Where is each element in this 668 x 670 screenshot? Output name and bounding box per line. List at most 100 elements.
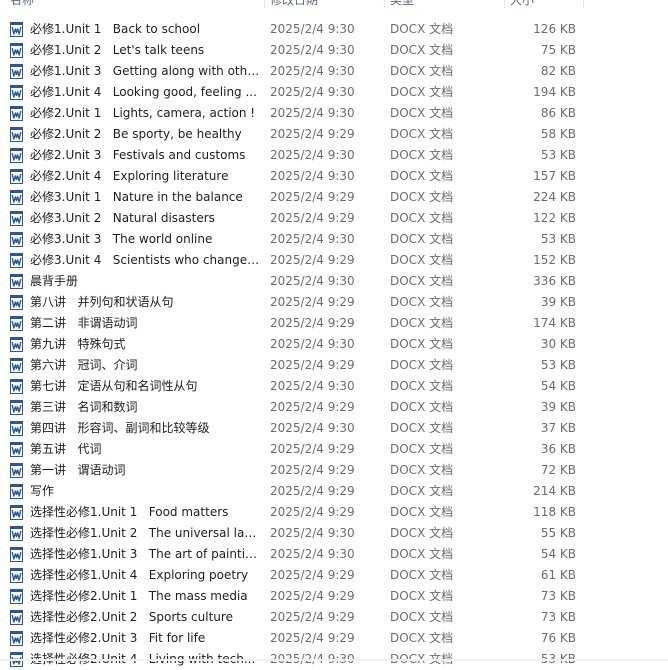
file-size: 39 KB <box>540 295 576 309</box>
file-row[interactable]: 必修3.Unit 1 Nature in the balance 2025/2/4… <box>0 187 668 208</box>
file-modified-date: 2025/2/4 9:29 <box>270 253 355 267</box>
file-modified-date: 2025/2/4 9:29 <box>270 484 355 498</box>
file-row[interactable]: 必修2.Unit 3 Festivals and customs 2025/2/4… <box>0 145 668 166</box>
column-header-size[interactable]: 大小 <box>510 0 534 8</box>
file-type: DOCX 文档 <box>390 358 454 372</box>
word-document-icon <box>10 568 23 583</box>
word-document-icon <box>10 232 23 247</box>
file-row[interactable]: 第三讲 名词和数词 2025/2/4 9:29 DOCX 文档 39 KB <box>0 397 668 418</box>
file-row[interactable]: 必修1.Unit 3 Getting along with othe... 202… <box>0 61 668 82</box>
column-divider[interactable] <box>504 0 505 8</box>
file-name: 晨背手册 <box>30 274 79 288</box>
file-row[interactable]: 选择性必修1.Unit 3 The art of painting 2025/2/… <box>0 544 668 565</box>
file-type: DOCX 文档 <box>390 421 454 435</box>
file-modified-date: 2025/2/4 9:30 <box>270 337 355 351</box>
file-type: DOCX 文档 <box>390 379 454 393</box>
file-name: 第八讲 并列句和状语从句 <box>30 295 174 309</box>
file-type: DOCX 文档 <box>390 85 454 99</box>
file-row[interactable]: 选择性必修2.Unit 3 Fit for life 2025/2/4 9:29 D… <box>0 628 668 649</box>
file-row[interactable]: 必修1.Unit 1 Back to school 2025/2/4 9:30 DO… <box>0 19 668 40</box>
file-type: DOCX 文档 <box>390 484 454 498</box>
file-type: DOCX 文档 <box>390 232 454 246</box>
file-modified-date: 2025/2/4 9:30 <box>270 43 355 57</box>
file-name: 必修3.Unit 2 Natural disasters <box>30 211 215 225</box>
file-type: DOCX 文档 <box>390 547 454 561</box>
file-type: DOCX 文档 <box>390 505 454 519</box>
file-row[interactable]: 选择性必修2.Unit 1 The mass media 2025/2/4 9:2… <box>0 586 668 607</box>
file-modified-date: 2025/2/4 9:30 <box>270 421 355 435</box>
file-row[interactable]: 选择性必修1.Unit 4 Exploring poetry 2025/2/4 9… <box>0 565 668 586</box>
file-name: 选择性必修2.Unit 3 Fit for life <box>30 631 206 645</box>
file-row[interactable]: 第九讲 特殊句式 2025/2/4 9:30 DOCX 文档 30 KB <box>0 334 668 355</box>
column-divider[interactable] <box>384 0 385 8</box>
file-row[interactable]: 选择性必修1.Unit 2 The universal lan... 2025/2… <box>0 523 668 544</box>
word-document-icon <box>10 253 23 268</box>
file-row[interactable]: 必修1.Unit 4 Looking good, feeling ... 2025… <box>0 82 668 103</box>
file-size: 82 KB <box>540 64 576 78</box>
file-row[interactable]: 第八讲 并列句和状语从句 2025/2/4 9:29 DOCX 文档 39 KB <box>0 292 668 313</box>
file-type: DOCX 文档 <box>390 610 454 624</box>
file-size: 73 KB <box>540 610 576 624</box>
column-divider[interactable] <box>583 0 584 8</box>
file-type: DOCX 文档 <box>390 43 454 57</box>
file-name: 选择性必修1.Unit 2 The universal lan... <box>30 526 260 540</box>
file-type: DOCX 文档 <box>390 568 454 582</box>
file-row[interactable]: 第一讲 谓语动词 2025/2/4 9:29 DOCX 文档 72 KB <box>0 460 668 481</box>
word-document-icon <box>10 526 23 541</box>
word-document-icon <box>10 610 23 625</box>
column-header-name[interactable]: 名称 <box>10 0 34 8</box>
file-modified-date: 2025/2/4 9:29 <box>270 190 355 204</box>
file-type: DOCX 文档 <box>390 106 454 120</box>
file-row[interactable]: 必修2.Unit 2 Be sporty, be healthy 2025/2/4… <box>0 124 668 145</box>
file-name: 必修2.Unit 1 Lights, camera, action ! <box>30 106 256 120</box>
file-row[interactable]: 必修3.Unit 3 The world online 2025/2/4 9:30… <box>0 229 668 250</box>
file-type: DOCX 文档 <box>390 253 454 267</box>
word-document-icon <box>10 631 23 646</box>
word-document-icon <box>10 337 23 352</box>
column-header-date[interactable]: 修改日期 <box>270 0 318 8</box>
column-header-type[interactable]: 类型 <box>390 0 414 8</box>
file-row[interactable]: 选择性必修2.Unit 2 Sports culture 2025/2/4 9:2… <box>0 607 668 628</box>
word-document-icon <box>10 106 23 121</box>
column-divider[interactable] <box>264 0 265 8</box>
word-document-icon <box>10 421 23 436</box>
file-name: 第九讲 特殊句式 <box>30 337 126 351</box>
file-row[interactable]: 必修2.Unit 4 Exploring literature 2025/2/4 … <box>0 166 668 187</box>
file-type: DOCX 文档 <box>390 295 454 309</box>
file-row[interactable]: 第二讲 非谓语动词 2025/2/4 9:29 DOCX 文档 174 KB <box>0 313 668 334</box>
file-row[interactable]: 必修2.Unit 1 Lights, camera, action ! 2025/… <box>0 103 668 124</box>
file-row[interactable]: 晨背手册 2025/2/4 9:30 DOCX 文档 336 KB <box>0 271 668 292</box>
file-name: 写作 <box>30 484 55 498</box>
file-row[interactable]: 必修3.Unit 4 Scientists who changed... 2025… <box>0 250 668 271</box>
file-row[interactable]: 第五讲 代词 2025/2/4 9:29 DOCX 文档 36 KB <box>0 439 668 460</box>
file-type: DOCX 文档 <box>390 148 454 162</box>
file-size: 75 KB <box>540 43 576 57</box>
file-row[interactable]: 选择性必修1.Unit 1 Food matters 2025/2/4 9:29 D… <box>0 502 668 523</box>
file-row[interactable]: 第六讲 冠词、介词 2025/2/4 9:29 DOCX 文档 53 KB <box>0 355 668 376</box>
file-size: 39 KB <box>540 400 576 414</box>
file-name: 第六讲 冠词、介词 <box>30 358 138 372</box>
file-modified-date: 2025/2/4 9:30 <box>270 22 355 36</box>
file-size: 58 KB <box>540 127 576 141</box>
file-row[interactable]: 必修3.Unit 2 Natural disasters 2025/2/4 9:2… <box>0 208 668 229</box>
file-modified-date: 2025/2/4 9:29 <box>270 463 355 477</box>
file-size: 53 KB <box>540 232 576 246</box>
file-type: DOCX 文档 <box>390 169 454 183</box>
file-type: DOCX 文档 <box>390 337 454 351</box>
file-list: 必修1.Unit 1 Back to school 2025/2/4 9:30 DO… <box>0 19 668 670</box>
word-document-icon <box>10 64 23 79</box>
word-document-icon <box>10 400 23 415</box>
word-document-icon <box>10 211 23 226</box>
file-modified-date: 2025/2/4 9:29 <box>270 505 355 519</box>
file-size: 76 KB <box>540 631 576 645</box>
file-name: 选择性必修1.Unit 1 Food matters <box>30 505 229 519</box>
file-row[interactable]: 第四讲 形容词、副词和比较等级 2025/2/4 9:30 DOCX 文档 37 KB <box>0 418 668 439</box>
file-row[interactable]: 必修1.Unit 2 Let's talk teens 2025/2/4 9:30… <box>0 40 668 61</box>
file-size: 157 KB <box>533 169 576 183</box>
file-row[interactable]: 写作 2025/2/4 9:29 DOCX 文档 214 KB <box>0 481 668 502</box>
word-document-icon <box>10 22 23 37</box>
file-modified-date: 2025/2/4 9:29 <box>270 211 355 225</box>
file-row[interactable]: 第七讲 定语从句和名词性从句 2025/2/4 9:30 DOCX 文档 54 KB <box>0 376 668 397</box>
file-modified-date: 2025/2/4 9:30 <box>270 526 355 540</box>
word-document-icon <box>10 43 23 58</box>
